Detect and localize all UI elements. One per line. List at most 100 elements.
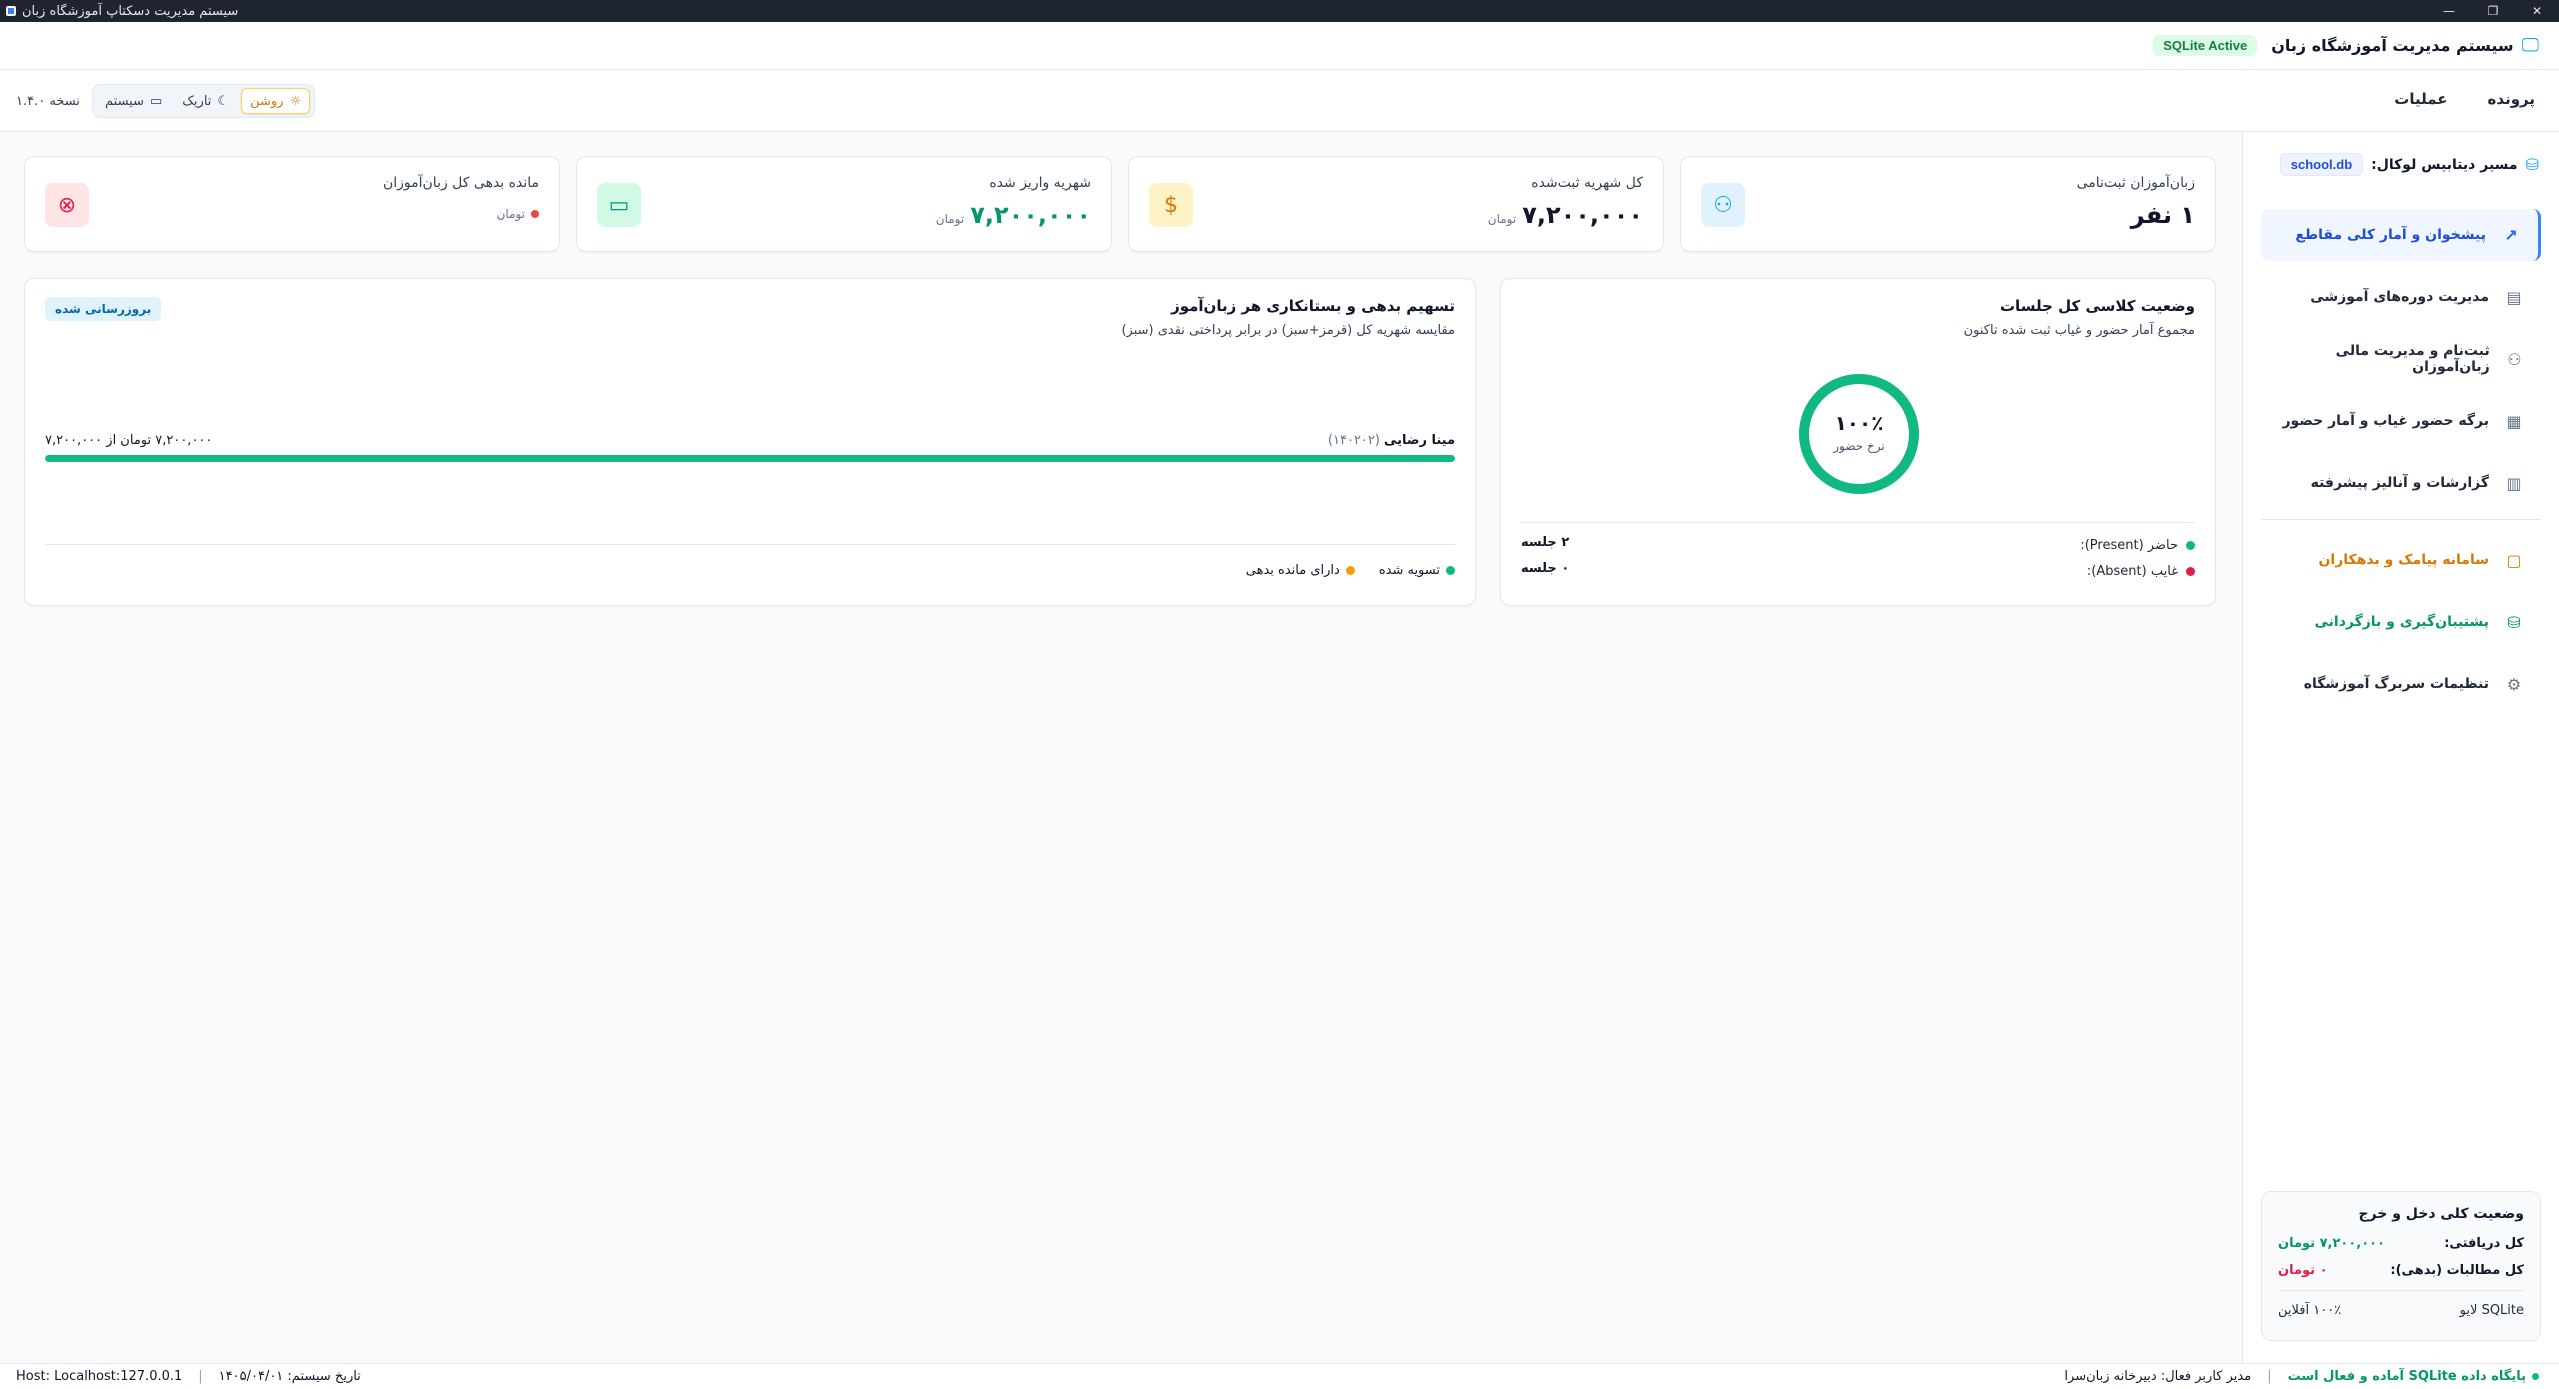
kpi-value: تومان xyxy=(497,207,539,221)
gear-icon: ⚙ xyxy=(2506,674,2522,694)
attendance-card: وضعیت کلاسی کل جلسات مجموع آمار حضور و غ… xyxy=(1500,278,2216,606)
kpi-label: کل شهریه ثبت‌شده xyxy=(1531,175,1643,191)
absent-dot xyxy=(2186,566,2195,576)
app-title: سیستم مدیریت آموزشگاه زبان xyxy=(2271,36,2514,55)
theme-system-label: سیستم xyxy=(105,93,144,109)
menu-operations[interactable]: عملیات xyxy=(2394,90,2447,108)
sidebar-item-attendance[interactable]: ▦ برگه حضور غیاب و آمار حضور xyxy=(2261,395,2541,447)
sidebar-item-label: گزارشات و آنالیز پیشرفته xyxy=(2310,475,2489,491)
app-header: 🖵 سیستم مدیریت آموزشگاه زبان SQLite Acti… xyxy=(0,22,2559,70)
attendance-absent-row: غایب (Absent): ۰ جلسه xyxy=(1521,561,2195,581)
theme-system-button[interactable]: ▭ سیستم xyxy=(97,88,170,114)
kpi-value: ۷,۲۰۰,۰۰۰ تومان xyxy=(1488,201,1643,229)
window-title: سیستم مدیریت دسکتاپ آموزشگاه زبان xyxy=(22,3,239,19)
bar-chart-icon: ▥ xyxy=(2506,473,2522,493)
finance-received-row: کل دریافتی: ۷,۲۰۰,۰۰۰ تومان xyxy=(2278,1236,2524,1251)
attendance-present-row: حاضر (Present): ۲ جلسه xyxy=(1521,535,2195,555)
maximize-icon[interactable]: ❐ xyxy=(2471,4,2515,18)
kpi-card-students: زبان‌آموزان ثبت‌نامی ۱ نفر ⚇ xyxy=(1680,156,2216,252)
status-bar: پایگاه داده SQLite آماده و فعال است | مد… xyxy=(0,1363,2559,1389)
finance-debt-label: کل مطالبات (بدهی): xyxy=(2390,1263,2524,1278)
kpi-unit: تومان xyxy=(496,207,525,221)
legend-settled-dot xyxy=(1446,566,1455,575)
legend-outstanding-dot xyxy=(1345,566,1355,575)
monitor-icon: 🖵 xyxy=(2521,35,2539,56)
window-controls: — ❐ ✕ xyxy=(2427,4,2559,18)
database-icon: ⛁ xyxy=(2525,155,2539,174)
sidebar-item-sms[interactable]: ▢ سامانه پیامک و بدهکاران xyxy=(2261,534,2541,586)
finance-received-label: کل دریافتی: xyxy=(2444,1236,2524,1251)
attendance-ring-label: ۱۰۰٪ نرخ حضور xyxy=(1796,411,1922,453)
sidebar-nav: ↗ پیشخوان و آمار کلی مقاطع ▤ مدیریت دوره… xyxy=(2261,209,2541,720)
kpi-unit: تومان xyxy=(935,212,965,226)
host-info: Host: Localhost:127.0.0.1 xyxy=(16,1369,183,1384)
sidebar: ⛁ مسیر دیتابیس لوکال: school.db ↗ پیشخوا… xyxy=(2242,133,2559,1363)
sidebar-item-students[interactable]: ⚇ ثبت‌نام و مدیریت مالی زبان‌آموزان xyxy=(2261,333,2541,385)
sidebar-item-backup[interactable]: ⛁ پشتیبان‌گیری و بازگردانی xyxy=(2261,596,2541,648)
theme-dark-label: تاریک xyxy=(182,93,212,109)
sidebar-item-reports[interactable]: ▥ گزارشات و آنالیز پیشرفته xyxy=(2261,457,2541,509)
menu-toolbar: پرونده عملیات ☼ روشن ☾ تاریک ▭ سیستم نسخ… xyxy=(0,70,2559,132)
window-titlebar: سیستم مدیریت دسکتاپ آموزشگاه زبان — ❐ ✕ xyxy=(0,0,2559,22)
book-icon: ▤ xyxy=(2506,287,2522,307)
present-dot xyxy=(2186,540,2195,550)
debt-indicator-dot xyxy=(531,210,539,218)
close-icon[interactable]: ✕ xyxy=(2515,4,2559,18)
attendance-rate-label: نرخ حضور xyxy=(1833,439,1885,453)
minimize-icon[interactable]: — xyxy=(2427,4,2471,18)
finance-debt-row: کل مطالبات (بدهی): ۰ تومان xyxy=(2278,1263,2524,1278)
debt-subtitle: مقایسه شهریه کل (قرمز+سبز) در برابر پردا… xyxy=(1121,323,1455,338)
db-ready-status: پایگاه داده SQLite آماده و فعال است xyxy=(2288,1369,2539,1384)
sidebar-item-label: سامانه پیامک و بدهکاران xyxy=(2318,552,2489,568)
kpi-label: زبان‌آموزان ثبت‌نامی xyxy=(2076,175,2195,191)
kpi-row: زبان‌آموزان ثبت‌نامی ۱ نفر ⚇ کل شهریه ثب… xyxy=(24,156,2216,252)
status-separator: | xyxy=(198,1369,203,1384)
sidebar-item-dashboard[interactable]: ↗ پیشخوان و آمار کلی مقاطع xyxy=(2261,209,2541,261)
db-path: ⛁ مسیر دیتابیس لوکال: school.db xyxy=(2279,153,2539,176)
theme-light-label: روشن xyxy=(250,93,284,109)
finance-received-value: ۷,۲۰۰,۰۰۰ تومان xyxy=(2278,1236,2386,1251)
legend-outstanding-label: دارای مانده بدهی xyxy=(1245,563,1340,578)
app-window-icon xyxy=(6,6,16,16)
student-name: مینا رضایی xyxy=(1383,433,1455,448)
kpi-card-total-tuition: کل شهریه ثبت‌شده ۷,۲۰۰,۰۰۰ تومان $ xyxy=(1128,156,1664,252)
sidebar-item-settings[interactable]: ⚙ تنظیمات سربرگ آموزشگاه xyxy=(2261,658,2541,710)
finance-footer: SQLite لایو ۱۰۰٪ آفلاین xyxy=(2278,1290,2524,1318)
sun-icon: ☼ xyxy=(289,93,302,109)
kpi-label: مانده بدهی کل زبان‌آموزان xyxy=(382,175,539,191)
db-status-badge: SQLite Active xyxy=(2153,35,2258,56)
trend-icon: ↗ xyxy=(2504,225,2518,245)
debt-breakdown-card: تسهیم بدهی و بستانکاری هر زبان‌آموز مقای… xyxy=(24,278,1476,606)
theme-dark-button[interactable]: ☾ تاریک xyxy=(174,88,237,114)
present-value: ۲ جلسه xyxy=(1521,535,1570,550)
app-version: نسخه ۱.۴.۰ xyxy=(16,94,80,109)
dollar-icon: $ xyxy=(1149,183,1193,227)
kpi-value: ۱ نفر xyxy=(2131,201,2195,229)
db-path-value: school.db xyxy=(2279,153,2364,176)
message-icon: ▢ xyxy=(2506,550,2522,570)
users-icon: ⚇ xyxy=(2507,349,2522,369)
sidebar-item-label: پیشخوان و آمار کلی مقاطع xyxy=(2295,227,2486,243)
sidebar-item-label: ثبت‌نام و مدیریت مالی زبان‌آموزان xyxy=(2335,343,2490,375)
finance-footer-mode: SQLite لایو xyxy=(2459,1303,2524,1318)
monitor-icon: ▭ xyxy=(150,93,163,109)
theme-switcher: ☼ روشن ☾ تاریک ▭ سیستم xyxy=(92,84,316,118)
student-debt-bar xyxy=(45,455,1455,462)
kpi-unit: تومان xyxy=(1487,212,1517,226)
sidebar-item-courses[interactable]: ▤ مدیریت دوره‌های آموزشی xyxy=(2261,271,2541,323)
theme-light-button[interactable]: ☼ روشن xyxy=(241,88,311,114)
database-icon: ⛁ xyxy=(2507,612,2521,632)
menu-file[interactable]: پرونده xyxy=(2488,90,2535,108)
card-icon: ▭ xyxy=(597,183,641,227)
sidebar-item-label: مدیریت دوره‌های آموزشی xyxy=(2310,289,2489,305)
attendance-subtitle: مجموع آمار حضور و غیاب ثبت شده تاکنون xyxy=(1963,323,2195,338)
absent-value: ۰ جلسه xyxy=(1521,561,1570,576)
debt-legend: تسویه شده دارای مانده بدهی xyxy=(1246,563,1455,578)
calendar-icon: ▦ xyxy=(2506,411,2522,431)
legend-outstanding: دارای مانده بدهی xyxy=(1246,563,1355,578)
absent-label: غایب (Absent): xyxy=(2086,563,2178,579)
status-left: تاریخ سیستم: ۱۴۰۵/۰۴/۰۱ | Host: Localhos… xyxy=(16,1369,361,1384)
updated-badge: بروزرسانی شده xyxy=(45,297,162,321)
sidebar-item-label: تنظیمات سربرگ آموزشگاه xyxy=(2303,676,2489,692)
kpi-value: ۷,۲۰۰,۰۰۰ تومان xyxy=(936,201,1091,229)
